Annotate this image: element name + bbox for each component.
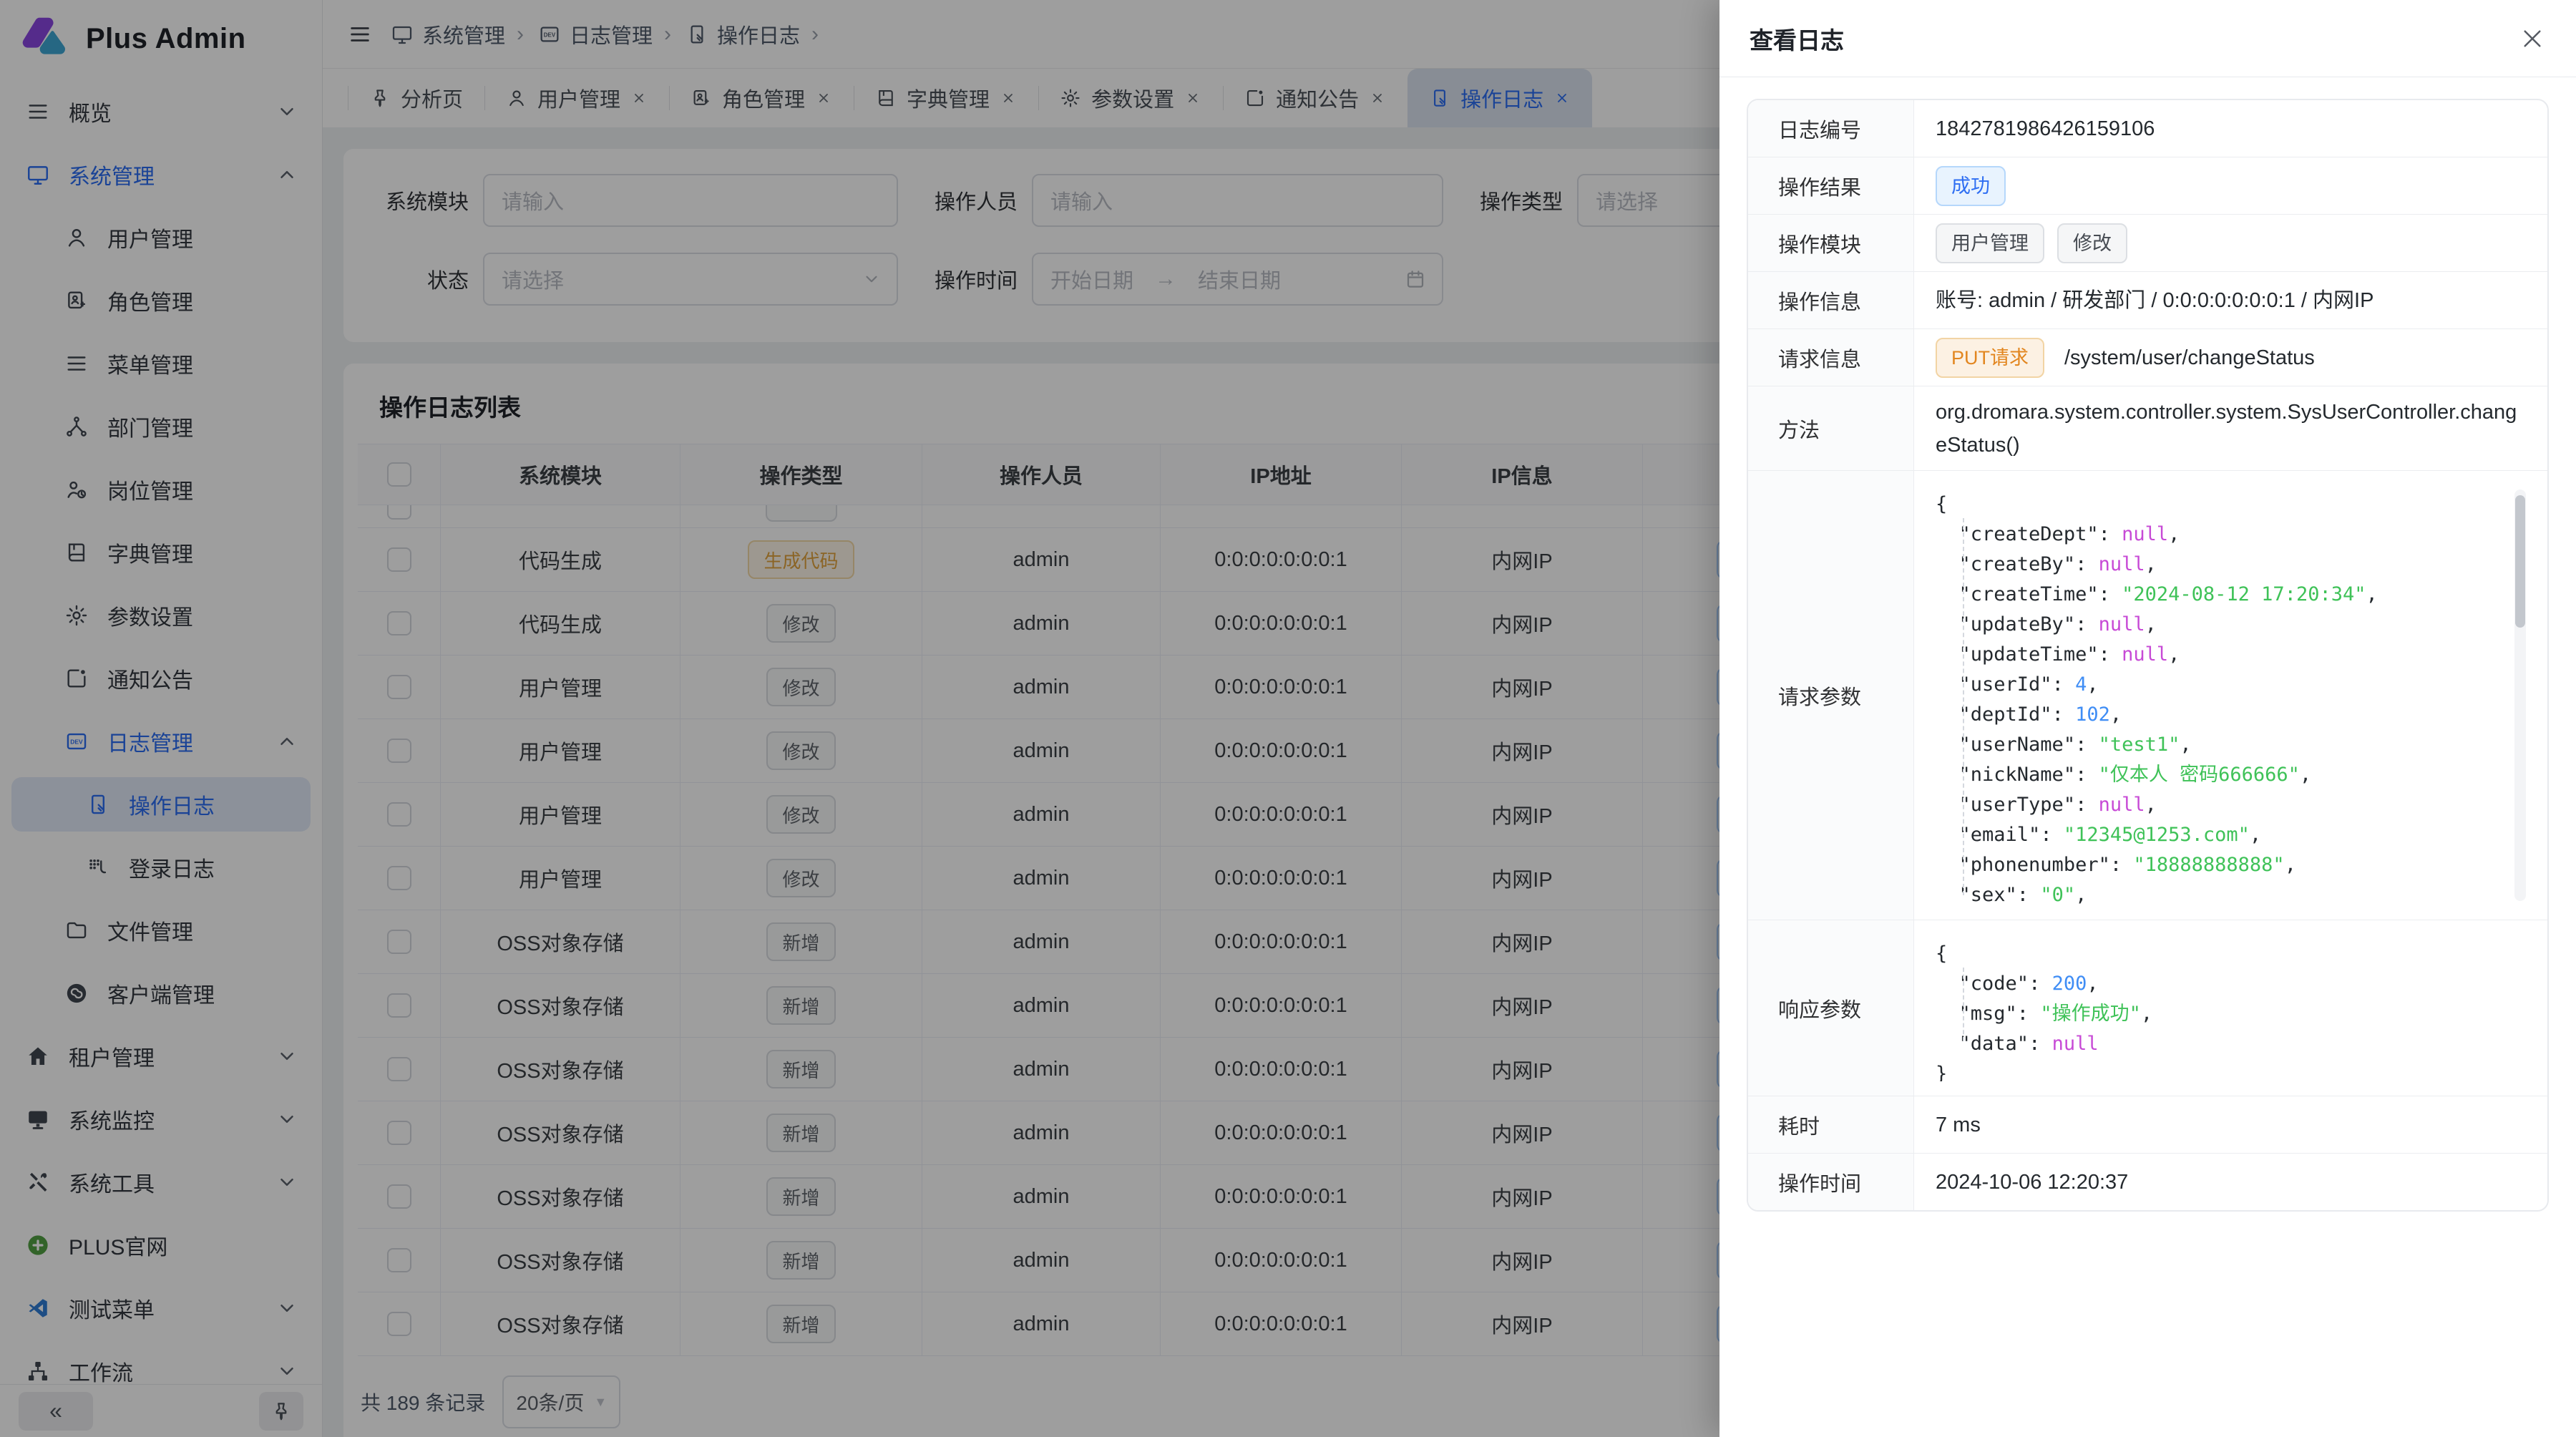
indent-guide [1963, 968, 1964, 1041]
indent-guide [1963, 518, 1964, 895]
request-params-json: { "createDept": null, "createBy": null, … [1936, 485, 2527, 905]
field-label: 耗时 [1748, 1096, 1914, 1153]
field-label: 操作结果 [1748, 157, 1914, 214]
module-tag: 修改 [2057, 223, 2127, 263]
field-label: 日志编号 [1748, 100, 1914, 157]
module-tag: 用户管理 [1936, 223, 2044, 263]
field-label: 操作信息 [1748, 272, 1914, 328]
operation-info-value: 账号: admin / 研发部门 / 0:0:0:0:0:0:0:1 / 内网I… [1914, 272, 2547, 328]
log-id-value: 1842781986426159106 [1914, 100, 2547, 157]
method-value: org.dromara.system.controller.system.Sys… [1914, 386, 2547, 470]
http-method-tag: PUT请求 [1936, 338, 2044, 378]
log-detail-drawer: 查看日志 日志编号 1842781986426159106 操作结果 成功 操作… [1719, 0, 2576, 1437]
duration-value: 7 ms [1914, 1096, 2547, 1153]
log-detail-table: 日志编号 1842781986426159106 操作结果 成功 操作模块 用户… [1747, 99, 2549, 1212]
response-params-json: { "code": 200, "msg": "操作成功", "data": nu… [1936, 935, 2527, 1081]
app-root: Plus Admin 概览 系统管理 [0, 0, 2576, 1437]
request-url-value: /system/user/changeStatus [2064, 341, 2315, 374]
field-label: 方法 [1748, 386, 1914, 470]
field-label: 操作模块 [1748, 215, 1914, 271]
field-label: 请求参数 [1748, 471, 1914, 920]
field-label: 操作时间 [1748, 1154, 1914, 1210]
operation-time-value: 2024-10-06 12:20:37 [1914, 1154, 2547, 1210]
drawer-title: 查看日志 [1750, 21, 1844, 56]
drawer-header: 查看日志 [1719, 0, 2576, 77]
scrollbar-thumb[interactable] [2515, 495, 2525, 628]
field-label: 响应参数 [1748, 920, 1914, 1096]
field-label: 请求信息 [1748, 329, 1914, 386]
close-icon[interactable] [2519, 25, 2546, 52]
result-tag: 成功 [1936, 166, 2006, 206]
